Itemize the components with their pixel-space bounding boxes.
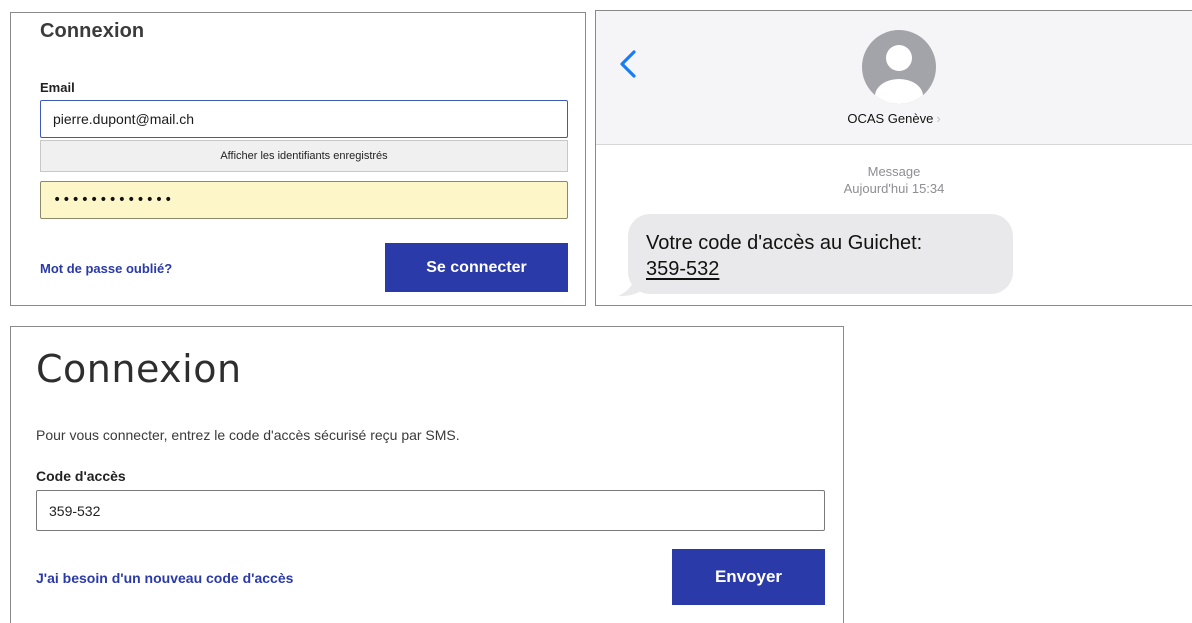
person-avatar-icon[interactable] bbox=[862, 30, 936, 104]
saved-credentials-suggestion[interactable]: Afficher les identifiants enregistrés bbox=[40, 140, 568, 172]
new-code-link[interactable]: J'ai besoin d'un nouveau code d'accès bbox=[36, 570, 293, 586]
code-instructions: Pour vous connecter, entrez le code d'ac… bbox=[36, 427, 460, 443]
message-text: Votre code d'accès au Guichet: 359-532 bbox=[646, 230, 922, 282]
password-input[interactable] bbox=[40, 181, 568, 219]
chevron-right-icon: › bbox=[936, 111, 941, 126]
message-code-link[interactable]: 359-532 bbox=[646, 258, 719, 280]
email-label: Email bbox=[40, 80, 75, 95]
access-code-input[interactable] bbox=[36, 490, 825, 531]
sms-header: OCAS Genève › bbox=[596, 11, 1192, 145]
message-body: Votre code d'accès au Guichet: bbox=[646, 232, 923, 254]
send-button[interactable]: Envoyer bbox=[672, 549, 825, 605]
login-title: Connexion bbox=[40, 20, 145, 42]
email-input[interactable] bbox=[40, 100, 568, 138]
code-entry-title: Connexion bbox=[36, 347, 242, 391]
chevron-left-icon[interactable] bbox=[618, 49, 638, 79]
message-timestamp: Aujourd'hui 15:34 bbox=[843, 181, 945, 196]
message-type-label: Message bbox=[867, 164, 921, 179]
sms-panel: OCAS Genève › Message Aujourd'hui 15:34 V… bbox=[595, 10, 1192, 306]
contact-name: OCAS Genève bbox=[847, 111, 934, 126]
forgot-password-link[interactable]: Mot de passe oublié? bbox=[40, 261, 172, 276]
connect-button[interactable]: Se connecter bbox=[385, 243, 568, 292]
access-code-label: Code d'accès bbox=[36, 468, 126, 484]
login-panel: Connexion Email Afficher les identifiant… bbox=[10, 12, 586, 306]
contact-name-row[interactable]: OCAS Genève › bbox=[596, 111, 1192, 126]
code-entry-panel: Connexion Pour vous connecter, entrez le… bbox=[10, 326, 844, 623]
